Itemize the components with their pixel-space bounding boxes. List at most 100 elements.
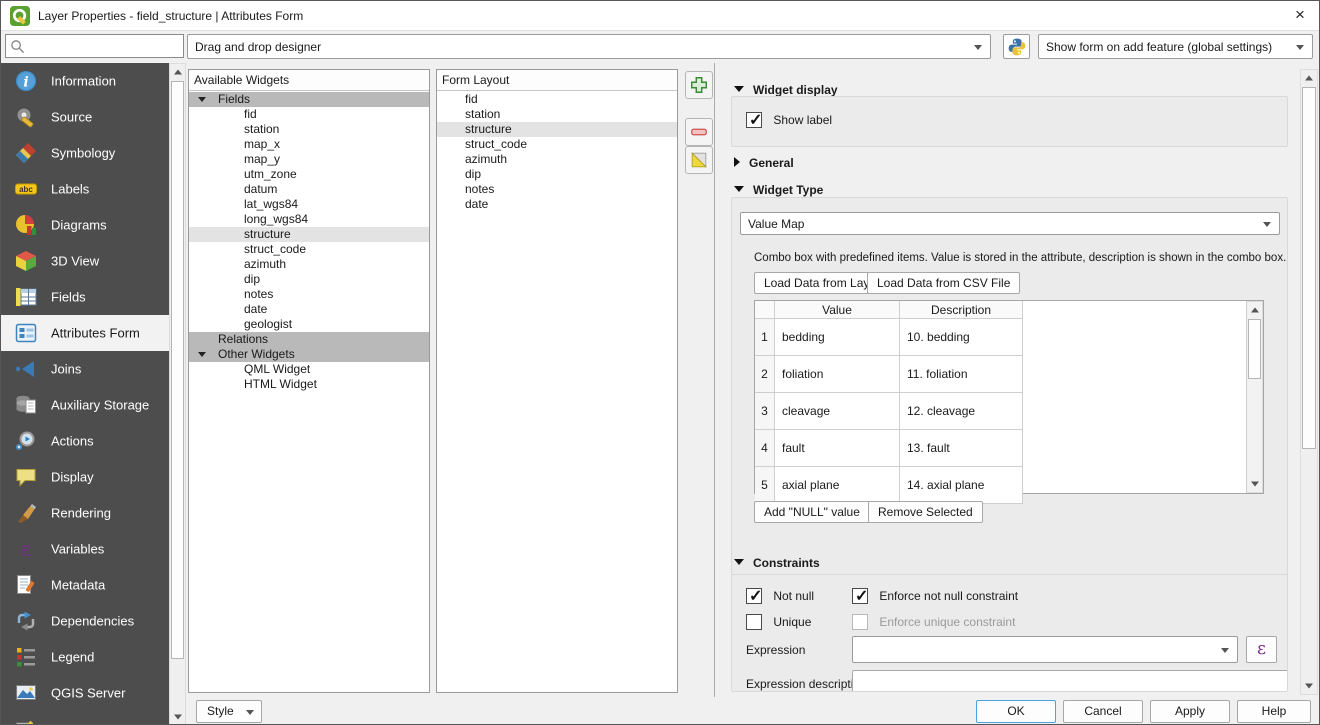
tree-item-map_y[interactable]: map_y xyxy=(189,152,429,167)
remove-item-button[interactable] xyxy=(685,118,713,146)
section-constraints[interactable]: Constraints xyxy=(734,556,820,570)
sidebar-item-joins[interactable]: Joins xyxy=(1,351,169,387)
tree-item-utm_zone[interactable]: utm_zone xyxy=(189,167,429,182)
cancel-button[interactable]: Cancel xyxy=(1063,700,1143,723)
right-panel-scrollbar[interactable] xyxy=(1300,69,1318,695)
help-button[interactable]: Help xyxy=(1237,700,1311,723)
sidebar-item-information[interactable]: i Information xyxy=(1,63,169,99)
sidebar-item-3d-view[interactable]: 3D View xyxy=(1,243,169,279)
enforce-not-null-checkbox[interactable] xyxy=(852,586,868,606)
description-cell[interactable]: 12. cleavage xyxy=(900,393,1023,430)
tree-item-datum[interactable]: datum xyxy=(189,182,429,197)
designer-mode-select[interactable]: Drag and drop designer xyxy=(187,34,991,59)
tree-item-relations[interactable]: Relations xyxy=(189,332,429,347)
sidebar-item-attributes-form[interactable]: Attributes Form xyxy=(1,315,169,351)
tree-item-long_wgs84[interactable]: long_wgs84 xyxy=(189,212,429,227)
feature-form-select[interactable]: Show form on add feature (global setting… xyxy=(1038,34,1313,59)
row-number[interactable]: 4 xyxy=(755,430,775,467)
section-general[interactable]: General xyxy=(734,156,794,170)
description-cell[interactable]: 11. foliation xyxy=(900,356,1023,393)
sidebar-item-source[interactable]: Source xyxy=(1,99,169,135)
row-number[interactable]: 1 xyxy=(755,319,775,356)
tree-item-lat_wgs84[interactable]: lat_wgs84 xyxy=(189,197,429,212)
sidebar-item-auxiliary-storage[interactable]: Auxiliary Storage xyxy=(1,387,169,423)
sidebar-item-labels[interactable]: abc Labels xyxy=(1,171,169,207)
row-number[interactable]: 2 xyxy=(755,356,775,393)
form-layout-item-date[interactable]: date xyxy=(437,197,677,212)
search-input[interactable] xyxy=(29,36,181,56)
scroll-down-icon[interactable] xyxy=(1301,678,1317,694)
tree-item-struct_code[interactable]: struct_code xyxy=(189,242,429,257)
expand-arrow-icon[interactable] xyxy=(198,352,206,357)
sidebar-item-digitizing[interactable]: Digitizing xyxy=(1,711,169,724)
form-layout-item-struct_code[interactable]: struct_code xyxy=(437,137,677,152)
python-init-button[interactable] xyxy=(1003,34,1030,59)
scroll-up-icon[interactable] xyxy=(170,64,185,80)
sidebar-item-symbology[interactable]: Symbology xyxy=(1,135,169,171)
scroll-up-icon[interactable] xyxy=(1247,302,1262,318)
rename-item-button[interactable] xyxy=(685,146,713,174)
value-cell[interactable]: cleavage xyxy=(775,393,900,430)
description-cell[interactable]: 14. axial plane xyxy=(900,467,1023,504)
row-number[interactable]: 3 xyxy=(755,393,775,430)
expand-arrow-icon[interactable] xyxy=(198,97,206,102)
expression-description-input[interactable] xyxy=(852,670,1287,691)
tree-item-qml-widget[interactable]: QML Widget xyxy=(189,362,429,377)
sidebar-item-actions[interactable]: Actions xyxy=(1,423,169,459)
column-header-description[interactable]: Description xyxy=(900,301,1023,319)
sidebar-item-legend[interactable]: Legend xyxy=(1,639,169,675)
show-label-checkbox[interactable] xyxy=(746,110,762,130)
scroll-thumb[interactable] xyxy=(1302,87,1316,449)
row-number[interactable]: 5 xyxy=(755,467,775,504)
scroll-thumb[interactable] xyxy=(1248,319,1261,379)
sidebar-item-dependencies[interactable]: Dependencies xyxy=(1,603,169,639)
value-cell[interactable]: fault xyxy=(775,430,900,467)
tree-item-structure[interactable]: structure xyxy=(189,227,429,242)
tree-item-date[interactable]: date xyxy=(189,302,429,317)
form-layout-item-fid[interactable]: fid xyxy=(437,92,677,107)
table-scrollbar[interactable] xyxy=(1246,301,1263,493)
tree-item-geologist[interactable]: geologist xyxy=(189,317,429,332)
add-container-button[interactable] xyxy=(685,71,713,99)
form-layout-item-structure[interactable]: structure xyxy=(437,122,677,137)
tree-item-fid[interactable]: fid xyxy=(189,107,429,122)
description-cell[interactable]: 10. bedding xyxy=(900,319,1023,356)
expression-builder-button[interactable]: ε xyxy=(1246,636,1277,663)
tree-item-azimuth[interactable]: azimuth xyxy=(189,257,429,272)
sidebar-item-rendering[interactable]: Rendering xyxy=(1,495,169,531)
form-layout-item-notes[interactable]: notes xyxy=(437,182,677,197)
sidebar-item-variables[interactable]: ε Variables xyxy=(1,531,169,567)
add-null-value-button[interactable]: Add "NULL" value xyxy=(754,501,870,523)
tree-item-map_x[interactable]: map_x xyxy=(189,137,429,152)
sidebar-item-qgis-server[interactable]: QGIS Server xyxy=(1,675,169,711)
unique-checkbox[interactable] xyxy=(746,614,762,630)
tree-item-html-widget[interactable]: HTML Widget xyxy=(189,377,429,392)
column-header-value[interactable]: Value xyxy=(775,301,900,319)
tree-item-dip[interactable]: dip xyxy=(189,272,429,287)
tree-item-station[interactable]: station xyxy=(189,122,429,137)
form-layout-item-azimuth[interactable]: azimuth xyxy=(437,152,677,167)
tree-item-notes[interactable]: notes xyxy=(189,287,429,302)
value-cell[interactable]: axial plane xyxy=(775,467,900,504)
section-widget-display[interactable]: Widget display xyxy=(734,83,838,97)
load-data-from-csv-button[interactable]: Load Data from CSV File xyxy=(867,272,1021,294)
sidebar-scrollbar[interactable] xyxy=(169,63,186,724)
sidebar-item-display[interactable]: Display xyxy=(1,459,169,495)
sidebar-item-diagrams[interactable]: Diagrams xyxy=(1,207,169,243)
tree-item-other-widgets[interactable]: Other Widgets xyxy=(189,347,429,362)
value-cell[interactable]: bedding xyxy=(775,319,900,356)
close-button[interactable]: × xyxy=(1290,5,1310,25)
ok-button[interactable]: OK xyxy=(976,700,1056,723)
widget-type-select[interactable]: Value Map xyxy=(740,212,1280,235)
scroll-thumb[interactable] xyxy=(171,81,184,659)
remove-selected-button[interactable]: Remove Selected xyxy=(868,501,983,523)
form-layout-item-station[interactable]: station xyxy=(437,107,677,122)
scroll-up-icon[interactable] xyxy=(1301,70,1317,86)
scroll-down-icon[interactable] xyxy=(170,709,185,724)
form-layout-item-dip[interactable]: dip xyxy=(437,167,677,182)
value-cell[interactable]: foliation xyxy=(775,356,900,393)
sidebar-item-metadata[interactable]: Metadata xyxy=(1,567,169,603)
not-null-checkbox[interactable] xyxy=(746,586,762,606)
apply-button[interactable]: Apply xyxy=(1150,700,1230,723)
section-widget-type[interactable]: Widget Type xyxy=(734,183,823,197)
